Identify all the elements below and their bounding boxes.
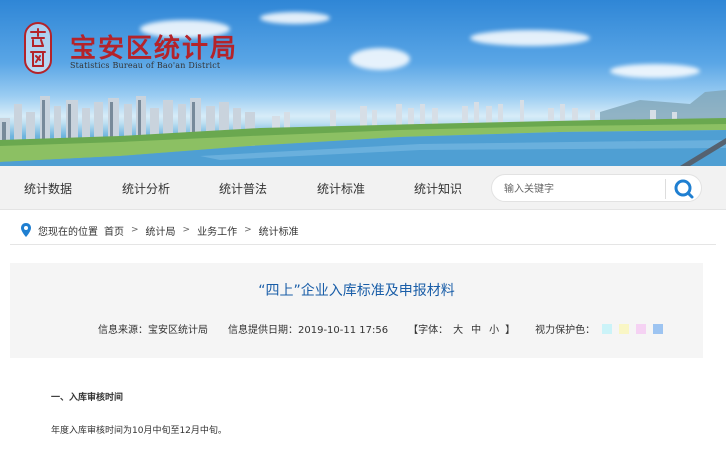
search-icon (674, 179, 694, 199)
location-pin-icon (21, 223, 31, 237)
font-size-medium-button[interactable]: 中 (471, 321, 481, 336)
breadcrumb-standards[interactable]: 统计标准 (259, 223, 299, 238)
font-size-close: 】 (505, 325, 516, 336)
content-paragraph: 年度入库审核时间为10月中旬至12月中旬。 (51, 426, 227, 436)
font-size-small-button[interactable]: 小 (489, 321, 499, 336)
nav-item-statistics-law[interactable]: 统计普法 (219, 180, 267, 197)
content-heading: 一、入库审核时间 (51, 393, 124, 403)
article-header: “四上”企业入库标准及申报材料 信息来源：宝安区统计局 信息提供日期：2019-… (10, 263, 703, 358)
article-meta: 信息来源：宝安区统计局 信息提供日期：2019-10-11 17:56 【字体：… (98, 321, 664, 336)
article-title: “四上”企业入库标准及申报材料 (258, 283, 455, 299)
search-divider (665, 179, 666, 199)
breadcrumb-home[interactable]: 首页 (104, 223, 124, 238)
eye-care-color-cyan[interactable] (602, 323, 613, 334)
eye-care-color-blue[interactable] (653, 323, 664, 334)
site-subtitle: Statistics Bureau of Bao'an District (70, 61, 221, 70)
eye-care-label: 视力保护色： (535, 325, 596, 336)
bureau-seal-logo (24, 22, 52, 74)
site-title: 宝安区统计局 (70, 34, 239, 64)
breadcrumb-bureau[interactable]: 统计局 (146, 223, 176, 238)
breadcrumb-business[interactable]: 业务工作 (197, 223, 237, 238)
nav-item-statistics-data[interactable]: 统计数据 (24, 180, 72, 197)
search-button[interactable] (672, 177, 696, 201)
font-size-label: 【字体： (408, 325, 449, 336)
breadcrumb-separator-icon: > (244, 225, 252, 235)
breadcrumb: 您现在的位置 首页 > 统计局 > 业务工作 > 统计标准 (20, 218, 299, 242)
search-input[interactable] (504, 179, 664, 199)
search-box (491, 174, 702, 202)
article-source: 信息来源：宝安区统计局 (98, 325, 208, 336)
nav-item-statistics-analysis[interactable]: 统计分析 (122, 180, 170, 197)
breadcrumb-separator-icon: > (182, 225, 191, 235)
eye-care-color-yellow[interactable] (619, 323, 630, 334)
breadcrumb-separator-icon: > (131, 225, 139, 235)
eye-care-color-pink[interactable] (636, 323, 647, 334)
nav-item-statistics-knowledge[interactable]: 统计知识 (414, 180, 462, 197)
header-banner: 宝安区统计局 Statistics Bureau of Bao'an Distr… (0, 0, 726, 166)
article-date: 信息提供日期：2019-10-11 17:56 (228, 325, 389, 336)
breadcrumb-divider (10, 244, 716, 245)
nav-item-statistics-standards[interactable]: 统计标准 (317, 180, 365, 197)
font-size-large-button[interactable]: 大 (453, 321, 463, 336)
breadcrumb-prefix: 您现在的位置 (38, 226, 98, 238)
city-skyline-image (0, 90, 726, 166)
